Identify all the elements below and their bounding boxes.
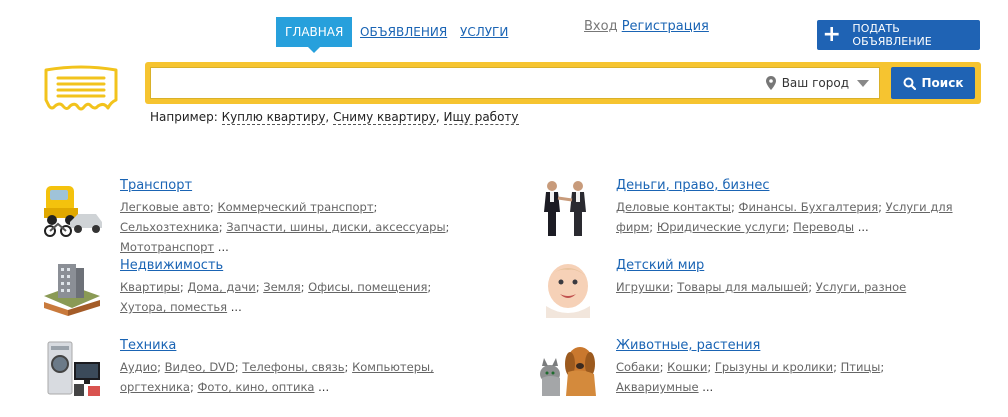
more-link[interactable]: ... [218,240,229,254]
subcategory-link[interactable]: Фото, кино, оптика [197,380,314,394]
search-bar: Ваш город Поиск [145,62,981,104]
category-title[interactable]: Недвижимость [120,258,223,273]
post-ad-button[interactable]: + ПОДАТЬ ОБЪЯВЛЕНИЕ [817,20,980,50]
example-link[interactable]: Сниму квартиру [333,110,436,125]
tab-main[interactable]: ГЛАВНАЯ [276,17,353,53]
subcategory-link[interactable]: Офисы, помещения [308,280,427,294]
subcategory-link[interactable]: Финансы. Бухгалтерия [739,200,879,214]
chevron-down-icon [857,79,869,87]
auth-links: Вход Регистрация [584,19,709,34]
register-link[interactable]: Регистрация [622,19,709,34]
category-subs: Игрушки; Товары для малышей; Услуги, раз… [616,280,907,294]
subcategory-link[interactable]: Аудио [120,360,157,374]
subcategory-link[interactable]: Кошки [667,360,707,374]
category-subs: Аудио; Видео, DVD; Телефоны, связь; Комп… [120,360,434,394]
subcategory-link[interactable]: Хутора, поместья [120,300,227,314]
category-business: Деньги, право, бизнес Деловые контакты; … [536,178,956,238]
category-title[interactable]: Животные, растения [616,338,760,353]
example-link[interactable]: Ищу работу [443,110,519,125]
category-subs: Собаки; Кошки; Грызуны и кролики; Птицы;… [616,360,885,394]
handshake-icon [544,181,586,236]
subcategory-link[interactable]: Юридические услуги [657,220,786,234]
tab-ads[interactable]: ОБЪЯВЛЕНИЯ [360,17,447,47]
example-link[interactable]: Куплю квартиру [221,110,326,125]
category-pets: Животные, растения Собаки; Кошки; Грызун… [536,338,956,398]
subcategory-link[interactable]: Видео, DVD [165,360,235,374]
subcategory-link[interactable]: Грызуны и кролики [715,360,833,374]
category-title[interactable]: Транспорт [120,178,192,193]
subcategory-link[interactable]: Телефоны, связь [242,360,344,374]
logo-icon[interactable] [40,62,122,117]
pets-icon [540,347,596,396]
subcategory-link[interactable]: Коммерческий транспорт [217,200,373,214]
category-title[interactable]: Деньги, право, бизнес [616,178,769,193]
subcategory-link[interactable]: Услуги, разное [816,280,906,294]
category-title[interactable]: Техника [120,338,176,353]
subcategory-link[interactable]: Собаки [616,360,660,374]
subcategory-link[interactable]: Легковые авто [120,200,210,214]
login-link[interactable]: Вход [584,19,618,34]
more-link[interactable]: ... [231,300,242,314]
building-icon [44,264,100,316]
search-icon [903,77,916,90]
search-button[interactable]: Поиск [891,67,975,99]
subcategory-link[interactable]: Сельхозтехника [120,220,219,234]
search-input[interactable]: Ваш город [150,67,880,99]
subcategory-link[interactable]: Квартиры [120,280,180,294]
category-title[interactable]: Детский мир [616,258,704,273]
more-link[interactable]: ... [318,380,329,394]
search-button-label: Поиск [921,76,964,90]
subcategory-link[interactable]: Земля [263,280,300,294]
post-ad-label: ПОДАТЬ ОБЪЯВЛЕНИЕ [852,22,932,48]
truck-icon [44,186,102,237]
category-kids: Детский мир Игрушки; Товары для малышей;… [536,258,956,318]
subcategory-link[interactable]: Игрушки [616,280,670,294]
subcategory-link[interactable]: Мототранспорт [120,240,214,254]
category-subs: Деловые контакты; Финансы. Бухгалтерия; … [616,200,953,234]
subcategory-link[interactable]: Аквариумные [616,380,699,394]
examples-label: Например: [150,110,218,124]
subcategory-link[interactable]: Запчасти, шины, диски, аксессуары [226,220,445,234]
category-subs: Легковые авто; Коммерческий транспорт; С… [120,200,450,254]
location-pin-icon [765,76,776,90]
more-link[interactable]: ... [702,380,713,394]
subcategory-link[interactable]: Товары для малышей [677,280,808,294]
category-real-estate: Недвижимость Квартиры; Дома, дачи; Земля… [40,258,460,318]
category-subs: Квартиры; Дома, дачи; Земля; Офисы, поме… [120,280,432,314]
subcategory-link[interactable]: Переводы [793,220,854,234]
more-link[interactable]: ... [858,220,869,234]
city-label: Ваш город [781,76,849,90]
subcategory-link[interactable]: Птицы [841,360,881,374]
category-transport: Транспорт Легковые авто; Коммерческий тр… [40,178,460,254]
city-selector[interactable]: Ваш город [765,68,879,98]
subcategory-link[interactable]: Деловые контакты [616,200,731,214]
subcategory-link[interactable]: Дома, дачи [187,280,255,294]
baby-icon [546,264,590,318]
tab-services[interactable]: УСЛУГИ [460,17,508,47]
search-examples: Например: Куплю квартиру, Сниму квартиру… [150,110,519,125]
category-tech: Техника Аудио; Видео, DVD; Телефоны, свя… [40,338,460,398]
appliances-icon [47,341,100,396]
plus-icon: + [822,22,841,47]
